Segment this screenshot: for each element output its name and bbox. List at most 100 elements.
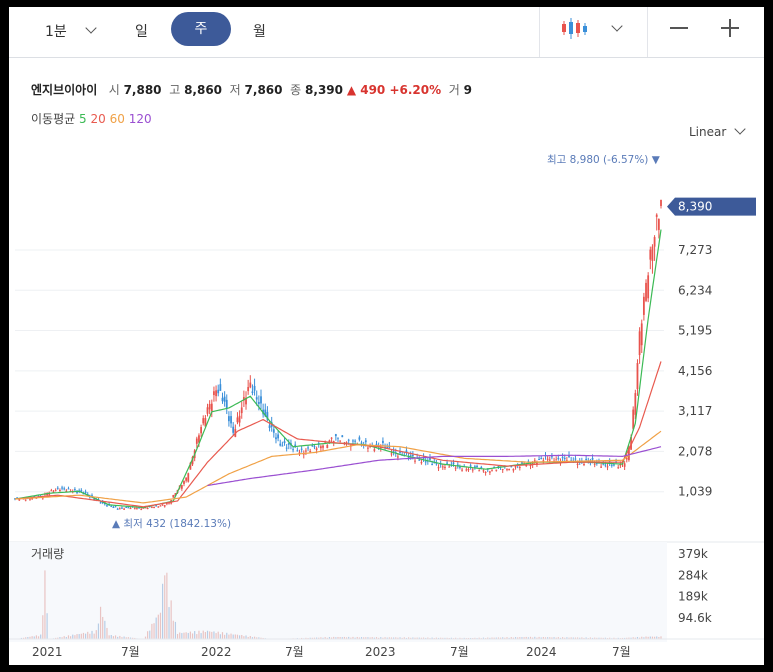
candle-body bbox=[514, 466, 517, 468]
time-tick-label: 7월 bbox=[121, 645, 140, 659]
candle-body bbox=[112, 507, 115, 509]
candle-body bbox=[283, 441, 286, 444]
candle-body bbox=[215, 390, 217, 397]
candle-body bbox=[431, 464, 434, 466]
candle-body bbox=[140, 508, 143, 510]
volume-label: 거래량 bbox=[31, 547, 64, 561]
candle-body bbox=[360, 442, 363, 444]
candle-body bbox=[334, 434, 337, 437]
candle-body bbox=[542, 460, 545, 462]
candle-body bbox=[172, 494, 175, 498]
time-tick-label: 7월 bbox=[612, 645, 631, 659]
candle-body bbox=[623, 463, 626, 467]
candle-body bbox=[583, 464, 585, 466]
candle-body bbox=[638, 331, 641, 356]
candle-body bbox=[24, 499, 27, 501]
candle-body bbox=[345, 441, 348, 443]
candle-body bbox=[617, 467, 620, 469]
candle-body bbox=[506, 468, 508, 470]
time-tick-label: 7월 bbox=[285, 645, 304, 659]
candle-body bbox=[332, 441, 335, 443]
candle-body bbox=[249, 382, 252, 388]
candle-body bbox=[454, 467, 457, 469]
candle-body bbox=[260, 396, 262, 404]
candle-body bbox=[307, 447, 309, 449]
candle-body bbox=[653, 237, 656, 247]
price-tick-label: 4,156 bbox=[678, 364, 712, 378]
candle-body bbox=[375, 443, 378, 445]
candle-body bbox=[217, 389, 220, 394]
price-tick-label: 7,273 bbox=[678, 243, 712, 257]
candle-body bbox=[200, 427, 202, 434]
candle-body bbox=[213, 391, 215, 396]
candle-body bbox=[642, 296, 645, 315]
candle-body bbox=[84, 491, 87, 494]
candle-body bbox=[418, 459, 421, 461]
candle-body bbox=[347, 439, 350, 441]
candle-body bbox=[61, 487, 63, 489]
candle-body bbox=[159, 505, 162, 507]
candle-body bbox=[446, 462, 448, 464]
candle-body bbox=[548, 459, 551, 461]
candle-body bbox=[67, 488, 70, 490]
candle-body bbox=[409, 455, 412, 457]
candle-body bbox=[59, 489, 61, 491]
candle-body bbox=[551, 456, 553, 458]
time-tick-label: 2023 bbox=[365, 645, 396, 659]
candle-body bbox=[238, 415, 241, 423]
candle-body bbox=[151, 506, 153, 508]
candle-body bbox=[392, 450, 395, 452]
volume-tick-label: 94.6k bbox=[678, 611, 712, 625]
candle-body bbox=[309, 450, 312, 453]
candle-body bbox=[180, 485, 183, 489]
candle-body bbox=[228, 416, 230, 422]
candle-body bbox=[555, 459, 558, 461]
candle-body bbox=[292, 449, 294, 451]
candle-body bbox=[210, 403, 213, 412]
candle-body bbox=[424, 461, 427, 463]
candle-body bbox=[341, 435, 344, 438]
candle-body bbox=[484, 471, 487, 473]
candle-body bbox=[56, 487, 59, 489]
candle-body bbox=[540, 458, 543, 460]
candle-body bbox=[223, 396, 226, 402]
candle-body bbox=[358, 437, 361, 440]
candle-body bbox=[206, 407, 209, 414]
price-chart[interactable]: 1,039 2,078 3,117 4,156 5,195 6,234 7,273 8,390… bbox=[9, 7, 764, 665]
candle-body bbox=[634, 393, 637, 415]
candle-body bbox=[313, 446, 316, 448]
candle-body bbox=[563, 457, 566, 459]
candle-body bbox=[202, 418, 205, 424]
candle-body bbox=[649, 249, 652, 260]
candle-body bbox=[533, 460, 536, 462]
candle-body bbox=[322, 445, 324, 448]
last-price-label: 8,390 bbox=[678, 200, 712, 214]
candle-body bbox=[114, 506, 117, 508]
candle-body bbox=[574, 458, 577, 460]
moving-average-lines bbox=[14, 229, 662, 509]
candle-body bbox=[73, 489, 76, 491]
volume-tick-label: 189k bbox=[678, 590, 708, 604]
candle-body bbox=[441, 466, 444, 468]
candle-body bbox=[476, 465, 478, 468]
candle-body bbox=[315, 448, 318, 450]
price-tick-label: 5,195 bbox=[678, 324, 712, 338]
candle-body bbox=[467, 469, 470, 471]
candle-body bbox=[390, 453, 393, 455]
candle-body bbox=[319, 446, 322, 449]
candle-body bbox=[268, 425, 271, 428]
candle-body bbox=[187, 473, 190, 482]
candle-body bbox=[651, 246, 654, 262]
candle-body bbox=[155, 505, 158, 507]
candle-body bbox=[136, 508, 138, 510]
candle-body bbox=[240, 407, 243, 414]
candle-body bbox=[585, 458, 588, 461]
candle-body bbox=[469, 465, 472, 467]
candle-body bbox=[491, 469, 493, 471]
candle-body bbox=[640, 323, 643, 346]
candle-body bbox=[655, 214, 658, 217]
candle-body bbox=[411, 454, 414, 457]
candle-body bbox=[448, 466, 451, 468]
candle-body bbox=[474, 466, 476, 468]
chart-widget: 1분 일 주 월 엔지브이아이 시 7,880 고 8,860 저 7,860 … bbox=[9, 7, 764, 665]
